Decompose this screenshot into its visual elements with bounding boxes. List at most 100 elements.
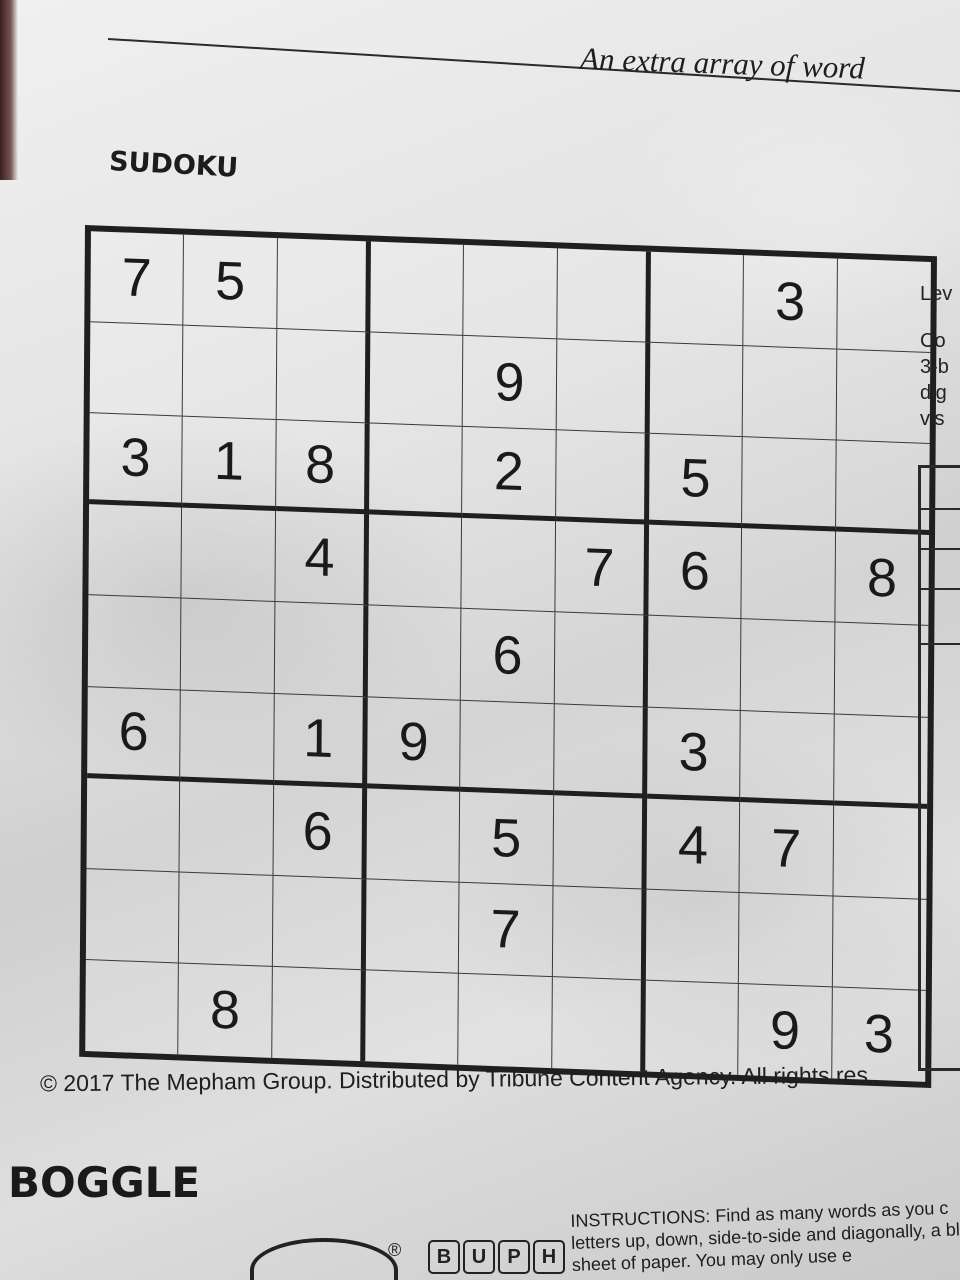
sudoku-cell-r2-c6[interactable] bbox=[556, 339, 651, 434]
sudoku-cell-r5-c5[interactable]: 6 bbox=[461, 609, 556, 704]
sudoku-cell-r8-c1[interactable] bbox=[85, 868, 180, 964]
sudoku-cell-r4-c7[interactable]: 6 bbox=[648, 525, 743, 620]
copyright-line: © 2017 The Mepham Group. Distributed by … bbox=[39, 1061, 869, 1097]
side-instruction-line: dig bbox=[920, 382, 947, 404]
sudoku-board: 75393182547686619365477893 bbox=[79, 225, 937, 1089]
sudoku-cell-r7-c3[interactable]: 6 bbox=[273, 784, 368, 880]
side-box-divider bbox=[921, 508, 960, 510]
sudoku-cell-r1-c6[interactable] bbox=[556, 248, 651, 343]
sudoku-cell-r5-c8[interactable] bbox=[741, 619, 836, 715]
table-edge bbox=[0, 0, 18, 180]
sudoku-cell-r6-c1[interactable]: 6 bbox=[87, 686, 182, 782]
sudoku-cell-r3-c4[interactable] bbox=[369, 423, 464, 519]
sudoku-cell-r6-c4[interactable]: 9 bbox=[367, 696, 462, 792]
sudoku-cell-r5-c4[interactable] bbox=[367, 605, 462, 701]
sudoku-cell-r9-c2[interactable]: 8 bbox=[178, 963, 273, 1058]
sudoku-cell-r8-c3[interactable] bbox=[272, 875, 367, 971]
sudoku-cell-r2-c9[interactable] bbox=[836, 349, 931, 445]
sudoku-cell-r8-c6[interactable] bbox=[552, 885, 647, 981]
sudoku-cell-r6-c3[interactable]: 1 bbox=[273, 693, 368, 789]
sudoku-cell-r3-c9[interactable] bbox=[835, 440, 930, 536]
sudoku-cell-r3-c2[interactable]: 1 bbox=[182, 416, 277, 512]
boggle-letter: B bbox=[428, 1240, 460, 1274]
boggle-letter: U bbox=[463, 1240, 495, 1274]
sudoku-cell-r1-c8[interactable]: 3 bbox=[743, 255, 838, 350]
sudoku-cell-r8-c7[interactable] bbox=[645, 889, 740, 984]
sudoku-cell-r3-c7[interactable]: 5 bbox=[649, 433, 743, 529]
sudoku-cell-r7-c7[interactable]: 4 bbox=[646, 798, 741, 893]
sudoku-cell-r4-c3[interactable]: 4 bbox=[275, 511, 370, 606]
sudoku-cell-r8-c4[interactable] bbox=[365, 879, 460, 974]
side-box-divider bbox=[921, 588, 960, 590]
sudoku-cell-r3-c5[interactable]: 2 bbox=[462, 427, 557, 522]
sudoku-cell-r3-c3[interactable]: 8 bbox=[275, 420, 370, 515]
sudoku-cell-r4-c8[interactable] bbox=[741, 528, 836, 623]
sudoku-cell-r8-c5[interactable]: 7 bbox=[459, 882, 554, 978]
sudoku-cell-r6-c9[interactable] bbox=[833, 714, 928, 809]
sudoku-cell-r5-c7[interactable] bbox=[647, 616, 742, 711]
boggle-letter-tiles: B U P H bbox=[428, 1240, 565, 1274]
level-label: Lev bbox=[920, 283, 953, 305]
sudoku-cell-r1-c9[interactable] bbox=[836, 258, 931, 354]
sudoku-cell-r4-c6[interactable]: 7 bbox=[555, 521, 650, 617]
sudoku-cell-r5-c1[interactable] bbox=[87, 595, 182, 691]
sudoku-cell-r5-c2[interactable] bbox=[181, 598, 276, 694]
sudoku-cell-r1-c1[interactable]: 7 bbox=[90, 231, 185, 326]
sudoku-cell-r7-c5[interactable]: 5 bbox=[459, 791, 554, 886]
sudoku-cell-r4-c2[interactable] bbox=[181, 507, 276, 603]
sudoku-cell-r7-c4[interactable] bbox=[366, 788, 461, 883]
sudoku-cell-r8-c2[interactable] bbox=[179, 872, 274, 967]
sudoku-cell-r6-c5[interactable] bbox=[460, 700, 555, 795]
boggle-logo-icon bbox=[250, 1238, 398, 1280]
sudoku-cell-r9-c6[interactable] bbox=[551, 977, 646, 1072]
sudoku-title: SUDOKU bbox=[108, 146, 239, 184]
sudoku-cell-r5-c3[interactable] bbox=[274, 602, 369, 697]
sudoku-cell-r1-c2[interactable]: 5 bbox=[183, 234, 278, 330]
sudoku-cell-r2-c5[interactable]: 9 bbox=[463, 335, 557, 431]
boggle-instructions: INSTRUCTIONS: Find as many words as you … bbox=[570, 1197, 960, 1275]
page-tagline: An extra array of word bbox=[579, 40, 866, 86]
sudoku-cell-r9-c4[interactable] bbox=[365, 970, 460, 1065]
sudoku-cell-r1-c3[interactable] bbox=[276, 238, 371, 333]
sudoku-cell-r2-c8[interactable] bbox=[742, 346, 837, 441]
sudoku-cell-r7-c1[interactable] bbox=[86, 777, 181, 873]
sudoku-cell-r2-c3[interactable] bbox=[276, 329, 371, 424]
sudoku-cell-r8-c8[interactable] bbox=[739, 892, 834, 988]
sudoku-cell-r3-c1[interactable]: 3 bbox=[89, 413, 184, 508]
sudoku-cell-r2-c2[interactable] bbox=[183, 325, 277, 421]
sudoku-cell-r6-c2[interactable] bbox=[180, 690, 275, 785]
side-instruction-line: Co bbox=[920, 330, 946, 352]
side-puzzle-box bbox=[918, 465, 960, 1071]
registered-mark: ® bbox=[388, 1240, 402, 1260]
sudoku-cell-r6-c7[interactable]: 3 bbox=[647, 707, 742, 802]
sudoku-cell-r1-c5[interactable] bbox=[463, 244, 558, 340]
sudoku-cell-r7-c6[interactable] bbox=[553, 794, 648, 890]
sudoku-cell-r9-c3[interactable] bbox=[271, 966, 366, 1062]
sudoku-cell-r5-c6[interactable] bbox=[554, 612, 649, 708]
boggle-letter: H bbox=[533, 1240, 565, 1274]
sudoku-cell-r4-c5[interactable] bbox=[461, 518, 556, 613]
sudoku-cell-r1-c4[interactable] bbox=[370, 241, 465, 336]
sudoku-cell-r6-c6[interactable] bbox=[553, 703, 648, 799]
sudoku-cell-r2-c4[interactable] bbox=[369, 332, 464, 428]
boggle-title: BOGGLE bbox=[8, 1158, 201, 1207]
sudoku-cell-r7-c9[interactable] bbox=[833, 805, 928, 900]
sudoku-cell-r7-c8[interactable]: 7 bbox=[739, 801, 834, 897]
sudoku-cell-r5-c9[interactable] bbox=[834, 622, 929, 718]
sudoku-cell-r1-c7[interactable] bbox=[650, 251, 745, 347]
sudoku-cell-r2-c1[interactable] bbox=[89, 322, 184, 417]
sudoku-cell-r3-c8[interactable] bbox=[742, 437, 837, 532]
sudoku-cell-r8-c9[interactable] bbox=[832, 896, 927, 991]
sudoku-cell-r9-c7[interactable] bbox=[645, 980, 740, 1075]
sudoku-cell-r9-c5[interactable] bbox=[458, 973, 553, 1069]
side-instruction-line: vis bbox=[920, 408, 945, 430]
sudoku-cell-r2-c7[interactable] bbox=[649, 342, 744, 438]
boggle-letter: P bbox=[498, 1240, 530, 1274]
sudoku-cell-r4-c1[interactable] bbox=[88, 504, 183, 599]
sudoku-cell-r6-c8[interactable] bbox=[740, 710, 835, 806]
sudoku-cell-r7-c2[interactable] bbox=[179, 781, 274, 876]
sudoku-cell-r4-c4[interactable] bbox=[368, 514, 463, 610]
sudoku-cell-r3-c6[interactable] bbox=[555, 430, 650, 526]
sudoku-cell-r9-c1[interactable] bbox=[85, 959, 180, 1055]
sudoku-cell-r4-c9[interactable]: 8 bbox=[835, 531, 930, 627]
